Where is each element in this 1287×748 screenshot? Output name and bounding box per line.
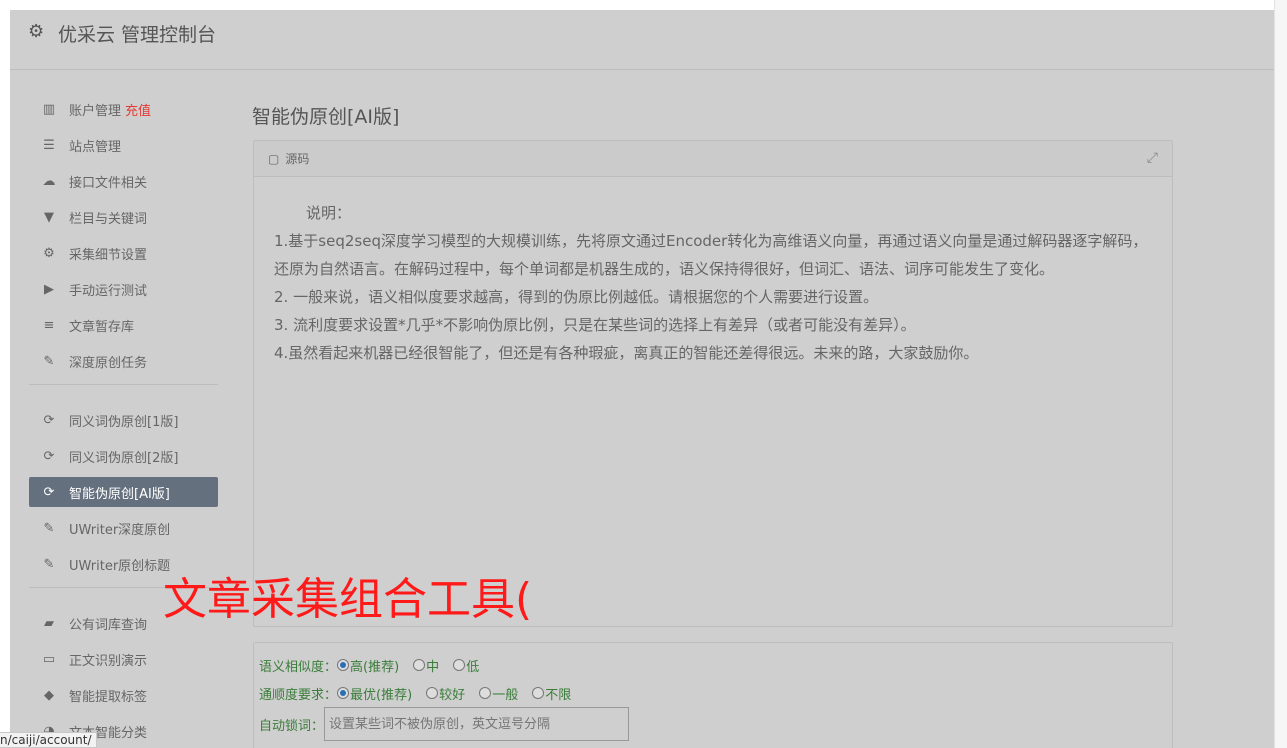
radio-label: 较好 xyxy=(439,687,466,703)
sidebar-item-account[interactable]: ▥ 账户管理 充值 xyxy=(29,94,218,124)
filter-icon: ▼ xyxy=(44,209,54,225)
database-icon: ≡ xyxy=(43,317,55,333)
fluency-any-radio[interactable]: 不限 xyxy=(532,684,571,703)
sidebar-item-label: 智能提取标签 xyxy=(69,689,148,705)
status-bar-url: n/caiji/account/ xyxy=(0,732,97,748)
sidebar-item-smart-tags[interactable]: ◆ 智能提取标签 xyxy=(29,680,218,710)
autolock-input[interactable] xyxy=(324,707,630,741)
fluency-best-radio[interactable]: 最优(推荐) xyxy=(337,684,412,703)
fluency-row: 通顺度要求： 最优(推荐) 较好 一般 不限 xyxy=(259,679,1172,707)
book-icon: ▰ xyxy=(44,615,54,631)
overlay-banner-text: 文章采集组合工具( xyxy=(163,574,533,625)
radio-label: 中 xyxy=(426,659,440,675)
cogs-icon: ⚙ xyxy=(43,245,55,261)
autolock-label: 自动锁词： xyxy=(259,718,325,734)
sidebar-item-deep-original[interactable]: ✎ 深度原创任务 xyxy=(29,346,218,376)
page-title: 智能伪原创[AI版] xyxy=(252,106,400,128)
bar-chart-icon: ▥ xyxy=(42,101,56,117)
intro-label: 说明： xyxy=(306,204,352,222)
sidebar-item-sites[interactable]: ☰ 站点管理 xyxy=(29,130,218,160)
similarity-row: 语义相似度： 高(推荐) 中 低 xyxy=(259,651,1172,679)
radio-dot[interactable] xyxy=(532,687,545,699)
radio-label: 高(推荐) xyxy=(350,659,400,675)
refresh-icon: ⟳ xyxy=(43,448,55,464)
fluency-normal-radio[interactable]: 一般 xyxy=(479,684,518,703)
sidebar-item-ai-rewrite[interactable]: ⟳ 智能伪原创[AI版] xyxy=(29,477,218,507)
sidebar-item-label: 接口文件相关 xyxy=(69,175,148,191)
similarity-medium-radio[interactable]: 中 xyxy=(413,656,439,675)
radio-dot[interactable] xyxy=(337,687,350,699)
refresh-icon: ⟳ xyxy=(43,484,55,500)
sidebar-item-label: 正文识别演示 xyxy=(69,653,148,669)
refresh-icon: ⟳ xyxy=(43,412,55,428)
description-line: 3. 流利度要求设置*几乎*不影响伪原比例，只是在某些词的选择上有差异（或者可能… xyxy=(274,316,916,334)
radio-label: 不限 xyxy=(545,687,572,703)
sidebar-item-interface-files[interactable]: ☁ 接口文件相关 xyxy=(29,166,218,196)
sidebar-item-synonym-v1[interactable]: ⟳ 同义词伪原创[1版] xyxy=(29,405,218,435)
sidebar-item-label: UWriter原创标题 xyxy=(69,558,171,574)
autolock-row: 自动锁词： xyxy=(259,707,1172,741)
sidebar-item-label: 手动运行测试 xyxy=(69,283,148,299)
fluency-label: 通顺度要求： xyxy=(259,687,338,703)
sidebar-item-label: 深度原创任务 xyxy=(69,355,148,371)
code-file-icon: ▢ xyxy=(268,151,280,166)
panel-body: 说明： 1.基于seq2seq深度学习模型的大规模训练，先将原文通过Encode… xyxy=(254,177,1172,367)
similarity-high-radio[interactable]: 高(推荐) xyxy=(337,656,399,675)
radio-dot[interactable] xyxy=(453,659,466,671)
sidebar-divider xyxy=(29,384,218,385)
sidebar-item-label: 文章暂存库 xyxy=(69,319,135,335)
radio-dot[interactable] xyxy=(337,659,350,671)
recharge-link[interactable]: 充值 xyxy=(125,100,151,119)
description-line: 4.虽然看起来机器已经很智能了，但还是有各种瑕疵，离真正的智能还差得很远。未来的… xyxy=(274,344,979,362)
panel-header: ▢ 源码 ⤢ xyxy=(254,141,1172,177)
description-line: 2. 一般来说，语义相似度要求越高，得到的伪原比例越低。请根据您的个人需要进行设… xyxy=(274,288,879,306)
app-title: 优采云 管理控制台 xyxy=(58,24,217,46)
sidebar-item-label: 公有词库查询 xyxy=(69,617,148,633)
play-circle-icon: ▶ xyxy=(44,281,54,297)
desktop-icon: ▭ xyxy=(42,651,56,667)
edit-icon: ✎ xyxy=(43,520,55,536)
source-panel: ▢ 源码 ⤢ 说明： 1.基于seq2seq深度学习模型的大规模训练，先将原文通… xyxy=(253,140,1173,627)
sidebar-item-label: 栏目与关键词 xyxy=(69,211,148,227)
radio-dot[interactable] xyxy=(426,687,439,699)
radio-label: 低 xyxy=(466,659,480,675)
server-icon: ☰ xyxy=(43,137,55,153)
similarity-label: 语义相似度： xyxy=(259,659,338,675)
sidebar-item-synonym-v2[interactable]: ⟳ 同义词伪原创[2版] xyxy=(29,441,218,471)
sidebar-item-label: 账户管理 xyxy=(69,103,122,119)
sidebar-item-manual-test[interactable]: ▶ 手动运行测试 xyxy=(29,274,218,304)
vertical-scrollbar[interactable] xyxy=(1274,0,1287,748)
sidebar: ▥ 账户管理 充值 ☰ 站点管理 ☁ 接口文件相关 ▼ 栏目与关键词 ⚙ 采集细… xyxy=(29,94,218,748)
options-form: 语义相似度： 高(推荐) 中 低 通顺度要求： 最优(推荐) 较好 一般 不限 … xyxy=(253,642,1173,748)
sidebar-item-text-recognition[interactable]: ▭ 正文识别演示 xyxy=(29,644,218,674)
edit-icon: ✎ xyxy=(43,353,55,369)
fluency-good-radio[interactable]: 较好 xyxy=(426,684,465,703)
expand-icon[interactable]: ⤢ xyxy=(1147,150,1158,166)
edit-icon: ✎ xyxy=(43,556,55,572)
sidebar-item-label: 采集细节设置 xyxy=(69,247,148,263)
page-backdrop: ⚙ 优采云 管理控制台 ▥ 账户管理 充值 ☰ 站点管理 ☁ 接口文件相关 ▼ … xyxy=(10,10,1274,748)
top-header: ⚙ 优采云 管理控制台 xyxy=(10,10,1274,70)
sidebar-item-uwriter-original[interactable]: ✎ UWriter深度原创 xyxy=(29,513,218,543)
sidebar-item-label: 同义词伪原创[1版] xyxy=(69,414,179,430)
sidebar-item-collect-settings[interactable]: ⚙ 采集细节设置 xyxy=(29,238,218,268)
radio-label: 一般 xyxy=(492,687,519,703)
gear-icon: ⚙ xyxy=(28,21,45,42)
panel-header-label: 源码 xyxy=(285,152,310,166)
sidebar-item-label: 同义词伪原创[2版] xyxy=(69,450,179,466)
similarity-low-radio[interactable]: 低 xyxy=(453,656,479,675)
radio-dot[interactable] xyxy=(413,659,426,671)
cloud-upload-icon: ☁ xyxy=(42,173,56,189)
sidebar-item-columns-keywords[interactable]: ▼ 栏目与关键词 xyxy=(29,202,218,232)
sidebar-item-label: UWriter深度原创 xyxy=(69,522,171,538)
radio-label: 最优(推荐) xyxy=(350,687,413,703)
radio-dot[interactable] xyxy=(479,687,492,699)
sidebar-item-label: 站点管理 xyxy=(69,139,122,155)
sidebar-item-label: 智能伪原创[AI版] xyxy=(69,486,170,502)
description-line: 1.基于seq2seq深度学习模型的大规模训练，先将原文通过Encoder转化为… xyxy=(274,232,1148,278)
sidebar-item-article-store[interactable]: ≡ 文章暂存库 xyxy=(29,310,218,340)
tag-icon: ◆ xyxy=(44,687,54,703)
